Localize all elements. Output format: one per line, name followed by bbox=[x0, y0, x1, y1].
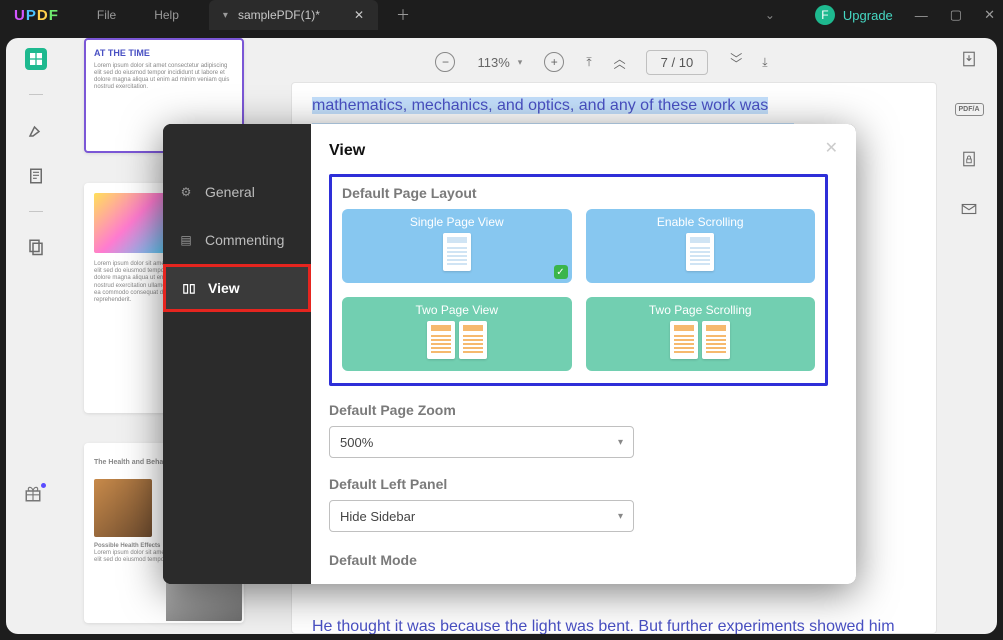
app-logo: U P D F bbox=[14, 7, 59, 24]
chevron-down-icon: ▾ bbox=[618, 511, 623, 522]
chevron-down-icon: ▾ bbox=[618, 437, 623, 448]
option-two-page-view[interactable]: Two Page View bbox=[342, 297, 572, 371]
logo-letter: D bbox=[37, 7, 49, 24]
option-label: Two Page Scrolling bbox=[649, 303, 752, 317]
thumbnails-icon[interactable] bbox=[25, 48, 47, 70]
document-toolbar: − 113% ▾ + ⤒ ︿︿ 7 / 10 ﹀﹀ ⤓ bbox=[262, 46, 941, 78]
option-two-page-scrolling[interactable]: Two Page Scrolling bbox=[586, 297, 816, 371]
gear-icon: ⚙ bbox=[179, 185, 193, 199]
default-mode-section: Default Mode bbox=[329, 552, 828, 568]
first-page-icon[interactable]: ⤒ bbox=[586, 55, 591, 70]
upgrade-button[interactable]: F Upgrade bbox=[815, 5, 893, 25]
section-label: Default Left Panel bbox=[329, 476, 828, 492]
preferences-sidebar: ⚙ General ▤ Commenting ▯▯ View bbox=[163, 124, 311, 584]
window-close-icon[interactable]: ✕ bbox=[984, 7, 995, 23]
pages-icon[interactable] bbox=[25, 236, 47, 258]
default-left-panel-section: Default Left Panel Hide Sidebar ▾ bbox=[329, 476, 828, 532]
titlebar: U P D F File Help ▾ samplePDF(1)* ✕ ＋ ⌄ … bbox=[0, 0, 1003, 30]
doc-selected-text: mathematics, mechanics, and optics, and … bbox=[312, 97, 768, 114]
menu-help[interactable]: Help bbox=[154, 8, 179, 22]
zoom-percentage[interactable]: 113% ▾ bbox=[477, 55, 522, 70]
upgrade-label: Upgrade bbox=[843, 8, 893, 23]
next-page-icon[interactable]: ﹀﹀ bbox=[730, 57, 740, 67]
page-preview-icon bbox=[670, 321, 698, 359]
option-label: Single Page View bbox=[410, 215, 504, 229]
export-icon[interactable] bbox=[958, 48, 980, 70]
sidebar-item-commenting[interactable]: ▤ Commenting bbox=[163, 216, 311, 264]
thumb7-heading: AT THE TIME bbox=[94, 48, 234, 59]
dialog-close-icon[interactable]: ✕ bbox=[825, 138, 838, 158]
highlight-icon[interactable] bbox=[25, 119, 47, 141]
page-current: 7 bbox=[661, 55, 668, 70]
avatar: F bbox=[815, 5, 835, 25]
page-preview-icon bbox=[427, 321, 455, 359]
option-label: Two Page View bbox=[416, 303, 499, 317]
page-preview-icon bbox=[443, 233, 471, 271]
default-page-zoom-section: Default Page Zoom 500% ▾ bbox=[329, 402, 828, 458]
left-tool-rail bbox=[6, 38, 66, 634]
default-page-layout-section: Default Page Layout Single Page View ✓ E… bbox=[329, 174, 828, 386]
page-preview-icon bbox=[686, 233, 714, 271]
logo-letter: F bbox=[49, 7, 59, 24]
logo-letter: P bbox=[26, 7, 37, 24]
default-zoom-select[interactable]: 500% ▾ bbox=[329, 426, 634, 458]
panel-title: View bbox=[329, 142, 828, 160]
thumb7-text: Lorem ipsum dolor sit amet consectetur a… bbox=[94, 63, 234, 92]
bookmark-icon[interactable] bbox=[25, 165, 47, 187]
right-tool-rail: PDF/A bbox=[941, 48, 997, 220]
divider bbox=[29, 211, 43, 212]
doc-body-text: He thought it was because the light was … bbox=[312, 614, 916, 634]
gift-icon[interactable] bbox=[24, 485, 42, 508]
zoom-in-button[interactable]: + bbox=[544, 52, 564, 72]
sidebar-item-general[interactable]: ⚙ General bbox=[163, 168, 311, 216]
sidebar-item-view[interactable]: ▯▯ View bbox=[163, 264, 311, 312]
option-enable-scrolling[interactable]: Enable Scrolling bbox=[586, 209, 816, 283]
document-tab[interactable]: ▾ samplePDF(1)* ✕ bbox=[209, 0, 378, 30]
select-value: 500% bbox=[340, 435, 373, 450]
comment-icon: ▤ bbox=[179, 233, 193, 247]
preferences-content: View Default Page Layout Single Page Vie… bbox=[311, 124, 856, 584]
chevron-down-icon[interactable]: ⌄ bbox=[765, 8, 775, 22]
book-icon: ▯▯ bbox=[182, 281, 196, 295]
option-single-page-view[interactable]: Single Page View ✓ bbox=[342, 209, 572, 283]
option-label: Enable Scrolling bbox=[657, 215, 744, 229]
preferences-dialog: ✕ ⚙ General ▤ Commenting ▯▯ View View De… bbox=[163, 124, 856, 584]
workarea: AT THE TIME Lorem ipsum dolor sit amet c… bbox=[6, 38, 997, 634]
zoom-value: 113% bbox=[477, 55, 509, 70]
divider bbox=[29, 94, 43, 95]
sidebar-item-label: General bbox=[205, 184, 255, 200]
default-left-panel-select[interactable]: Hide Sidebar ▾ bbox=[329, 500, 634, 532]
select-value: Hide Sidebar bbox=[340, 509, 415, 524]
mail-icon[interactable] bbox=[958, 198, 980, 220]
tab-dropdown-icon[interactable]: ▾ bbox=[223, 10, 228, 21]
zoom-out-button[interactable]: − bbox=[435, 52, 455, 72]
page-total: 10 bbox=[679, 55, 693, 70]
page-preview-icon bbox=[459, 321, 487, 359]
logo-letter: U bbox=[14, 7, 26, 24]
sidebar-item-label: View bbox=[208, 280, 240, 296]
page-sep: / bbox=[668, 55, 679, 70]
chevron-down-icon: ▾ bbox=[518, 57, 523, 68]
window-minimize-icon[interactable]: — bbox=[915, 8, 928, 23]
pdfa-icon[interactable]: PDF/A bbox=[958, 98, 980, 120]
menu-file[interactable]: File bbox=[97, 8, 116, 22]
protect-icon[interactable] bbox=[958, 148, 980, 170]
tab-close-icon[interactable]: ✕ bbox=[354, 8, 364, 22]
checkmark-icon: ✓ bbox=[554, 265, 568, 279]
section-label: Default Page Layout bbox=[342, 185, 815, 201]
new-tab-icon[interactable]: ＋ bbox=[396, 5, 410, 25]
page-preview-icon bbox=[702, 321, 730, 359]
last-page-icon[interactable]: ⤓ bbox=[762, 55, 767, 70]
tab-title: samplePDF(1)* bbox=[238, 8, 320, 22]
thumb9-image-cat bbox=[94, 479, 152, 537]
section-label: Default Page Zoom bbox=[329, 402, 828, 418]
prev-page-icon[interactable]: ︿︿ bbox=[614, 57, 624, 67]
page-indicator[interactable]: 7 / 10 bbox=[646, 50, 709, 75]
sidebar-item-label: Commenting bbox=[205, 232, 284, 248]
window-maximize-icon[interactable]: ▢ bbox=[950, 7, 962, 23]
